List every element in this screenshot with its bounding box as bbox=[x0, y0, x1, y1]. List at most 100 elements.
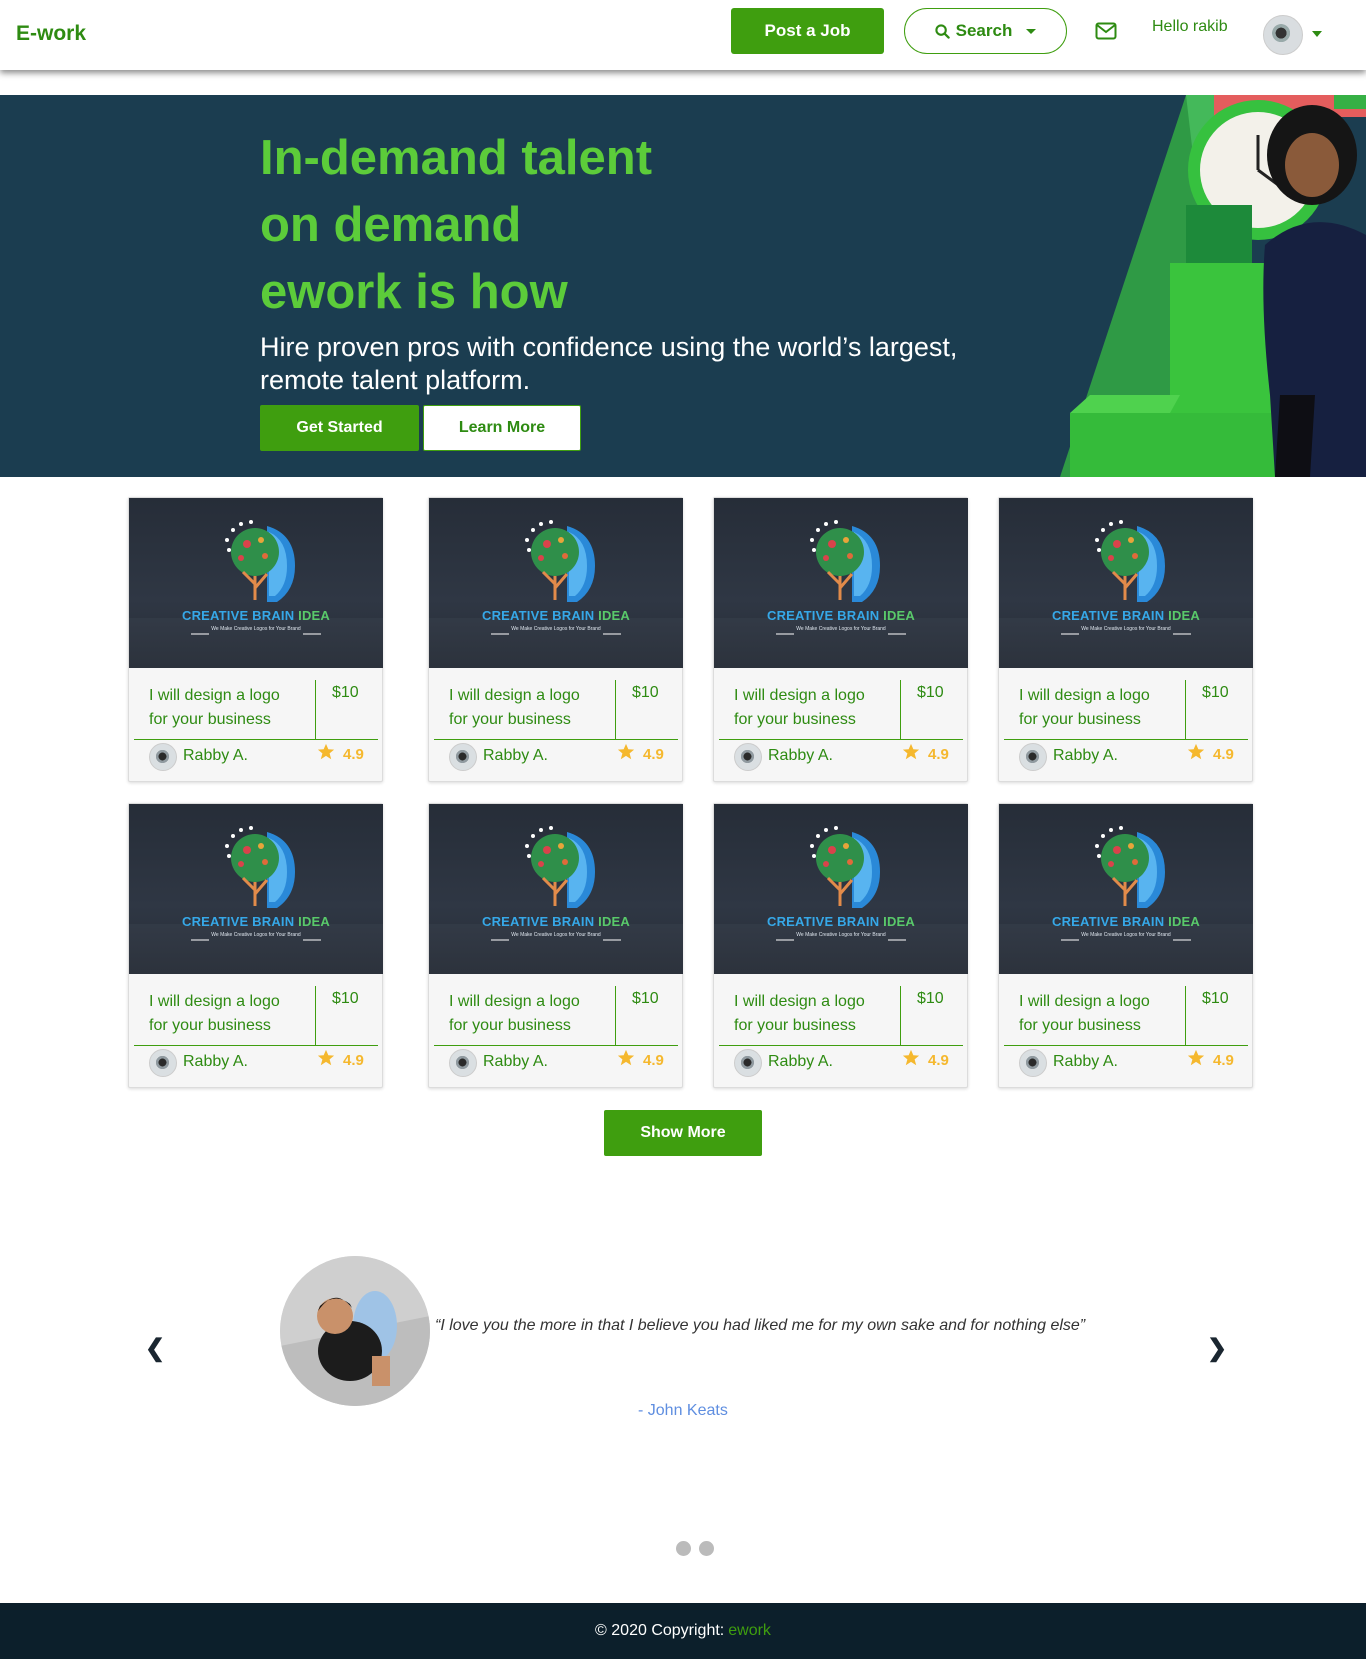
seller-name[interactable]: Rabby A. bbox=[768, 747, 833, 765]
gig-card[interactable]: CREATIVE BRAIN IDEA We Make Creative Log… bbox=[428, 803, 683, 1088]
gig-rating: 4.9 bbox=[928, 746, 949, 763]
footer-link[interactable]: ework bbox=[728, 1622, 771, 1640]
divider bbox=[434, 739, 678, 740]
logo-name-part: IDEA bbox=[598, 608, 630, 623]
gig-price: $10 bbox=[917, 990, 944, 1007]
divider bbox=[900, 986, 901, 1046]
chevron-left-icon[interactable]: ❮ bbox=[145, 1334, 165, 1363]
gig-title[interactable]: I will design a logo for your business bbox=[449, 684, 599, 732]
gig-thumbnail-logo-text: CREATIVE BRAIN IDEA bbox=[129, 608, 383, 623]
gig-thumbnail-tagline: We Make Creative Logos for Your Brand bbox=[211, 626, 301, 632]
learn-more-button[interactable]: Learn More bbox=[423, 405, 581, 451]
gig-card[interactable]: CREATIVE BRAIN IDEA We Make Creative Log… bbox=[428, 497, 683, 782]
seller-name[interactable]: Rabby A. bbox=[183, 747, 248, 765]
seller-avatar[interactable] bbox=[1019, 743, 1047, 771]
carousel-dot[interactable] bbox=[676, 1541, 691, 1556]
star-icon bbox=[902, 1049, 920, 1067]
gig-card[interactable]: CREATIVE BRAIN IDEA We Make Creative Log… bbox=[128, 497, 383, 782]
divider bbox=[1185, 680, 1186, 740]
footer-copyright: © 2020 Copyright: bbox=[595, 1622, 725, 1639]
gig-title[interactable]: I will design a logo for your business bbox=[149, 990, 299, 1038]
hero-subtitle: Hire proven pros with confidence using t… bbox=[260, 332, 958, 395]
logo-name-part: CREATIVE BRAIN bbox=[481, 914, 595, 929]
gig-title[interactable]: I will design a logo for your business bbox=[449, 990, 599, 1038]
get-started-button[interactable]: Get Started bbox=[260, 405, 419, 451]
seller-name[interactable]: Rabby A. bbox=[1053, 1053, 1118, 1071]
gig-thumbnail-logo-text: CREATIVE BRAIN IDEA bbox=[429, 608, 683, 623]
gig-thumbnail-tagline: We Make Creative Logos for Your Brand bbox=[1081, 932, 1171, 938]
brand-logo[interactable]: E-work bbox=[16, 22, 86, 46]
star-icon bbox=[617, 1049, 635, 1067]
divider bbox=[1004, 739, 1248, 740]
gig-rating: 4.9 bbox=[343, 1052, 364, 1069]
logo-name-part: CREATIVE BRAIN bbox=[766, 914, 880, 929]
search-dropdown-button[interactable]: Search bbox=[904, 8, 1067, 54]
gig-card[interactable]: CREATIVE BRAIN IDEA We Make Creative Log… bbox=[713, 497, 968, 782]
chevron-down-icon[interactable] bbox=[1312, 31, 1322, 37]
seller-name[interactable]: Rabby A. bbox=[483, 1053, 548, 1071]
gig-title[interactable]: I will design a logo for your business bbox=[1019, 684, 1169, 732]
gig-card[interactable]: CREATIVE BRAIN IDEA We Make Creative Log… bbox=[998, 497, 1253, 782]
seller-avatar[interactable] bbox=[449, 743, 477, 771]
gig-thumbnail[interactable]: CREATIVE BRAIN IDEA We Make Creative Log… bbox=[999, 804, 1253, 974]
testimonial-quote: “I love you the more in that I believe y… bbox=[435, 1317, 1086, 1334]
logo-name-part: CREATIVE BRAIN bbox=[766, 608, 880, 623]
gig-title[interactable]: I will design a logo for your business bbox=[734, 990, 884, 1038]
gig-thumbnail[interactable]: CREATIVE BRAIN IDEA We Make Creative Log… bbox=[129, 804, 383, 974]
seller-name[interactable]: Rabby A. bbox=[483, 747, 548, 765]
star-icon bbox=[1187, 1049, 1205, 1067]
gig-title[interactable]: I will design a logo for your business bbox=[734, 684, 884, 732]
seller-name[interactable]: Rabby A. bbox=[1053, 747, 1118, 765]
logo-name-part: IDEA bbox=[298, 914, 330, 929]
gig-rating: 4.9 bbox=[928, 1052, 949, 1069]
seller-name[interactable]: Rabby A. bbox=[768, 1053, 833, 1071]
divider bbox=[1004, 1045, 1248, 1046]
divider bbox=[315, 986, 316, 1046]
gig-thumbnail[interactable]: CREATIVE BRAIN IDEA We Make Creative Log… bbox=[129, 498, 383, 668]
chevron-right-icon[interactable]: ❯ bbox=[1207, 1334, 1227, 1363]
gig-rating: 4.9 bbox=[1213, 1052, 1234, 1069]
divider bbox=[719, 1045, 963, 1046]
gig-thumbnail-tagline: We Make Creative Logos for Your Brand bbox=[1081, 626, 1171, 632]
hero-illustration bbox=[1060, 95, 1366, 477]
gig-rating: 4.9 bbox=[643, 746, 664, 763]
gig-thumbnail-tagline: We Make Creative Logos for Your Brand bbox=[211, 932, 301, 938]
carousel-dot[interactable] bbox=[699, 1541, 714, 1556]
post-job-button[interactable]: Post a Job bbox=[731, 8, 884, 54]
seller-avatar[interactable] bbox=[1019, 1049, 1047, 1077]
gig-thumbnail[interactable]: CREATIVE BRAIN IDEA We Make Creative Log… bbox=[999, 498, 1253, 668]
star-icon bbox=[1187, 743, 1205, 761]
show-more-button[interactable]: Show More bbox=[604, 1110, 762, 1156]
star-icon bbox=[902, 743, 920, 761]
search-icon bbox=[935, 23, 950, 39]
gig-price: $10 bbox=[332, 684, 359, 701]
gig-thumbnail-logo-text: CREATIVE BRAIN IDEA bbox=[999, 914, 1253, 929]
gig-card[interactable]: CREATIVE BRAIN IDEA We Make Creative Log… bbox=[128, 803, 383, 1088]
gig-thumbnail[interactable]: CREATIVE BRAIN IDEA We Make Creative Log… bbox=[429, 498, 683, 668]
gig-thumbnail[interactable]: CREATIVE BRAIN IDEA We Make Creative Log… bbox=[429, 804, 683, 974]
gig-price: $10 bbox=[1202, 990, 1229, 1007]
gig-title[interactable]: I will design a logo for your business bbox=[149, 684, 299, 732]
search-label: Search bbox=[955, 21, 1013, 40]
seller-avatar[interactable] bbox=[149, 1049, 177, 1077]
user-avatar[interactable] bbox=[1263, 15, 1303, 55]
seller-avatar[interactable] bbox=[149, 743, 177, 771]
star-icon bbox=[317, 743, 335, 761]
seller-name[interactable]: Rabby A. bbox=[183, 1053, 248, 1071]
seller-avatar[interactable] bbox=[449, 1049, 477, 1077]
gig-thumbnail[interactable]: CREATIVE BRAIN IDEA We Make Creative Log… bbox=[714, 498, 968, 668]
mail-icon[interactable] bbox=[1095, 22, 1117, 40]
gig-thumbnail-tagline: We Make Creative Logos for Your Brand bbox=[796, 626, 886, 632]
gig-card[interactable]: CREATIVE BRAIN IDEA We Make Creative Log… bbox=[713, 803, 968, 1088]
gig-title[interactable]: I will design a logo for your business bbox=[1019, 990, 1169, 1038]
gig-thumbnail[interactable]: CREATIVE BRAIN IDEA We Make Creative Log… bbox=[714, 804, 968, 974]
logo-name-part: IDEA bbox=[883, 914, 915, 929]
gig-card[interactable]: CREATIVE BRAIN IDEA We Make Creative Log… bbox=[998, 803, 1253, 1088]
seller-avatar[interactable] bbox=[734, 743, 762, 771]
seller-avatar[interactable] bbox=[734, 1049, 762, 1077]
logo-name-part: IDEA bbox=[1168, 608, 1200, 623]
divider bbox=[615, 680, 616, 740]
logo-name-part: IDEA bbox=[598, 914, 630, 929]
star-icon bbox=[617, 743, 635, 761]
star-icon bbox=[317, 1049, 335, 1067]
